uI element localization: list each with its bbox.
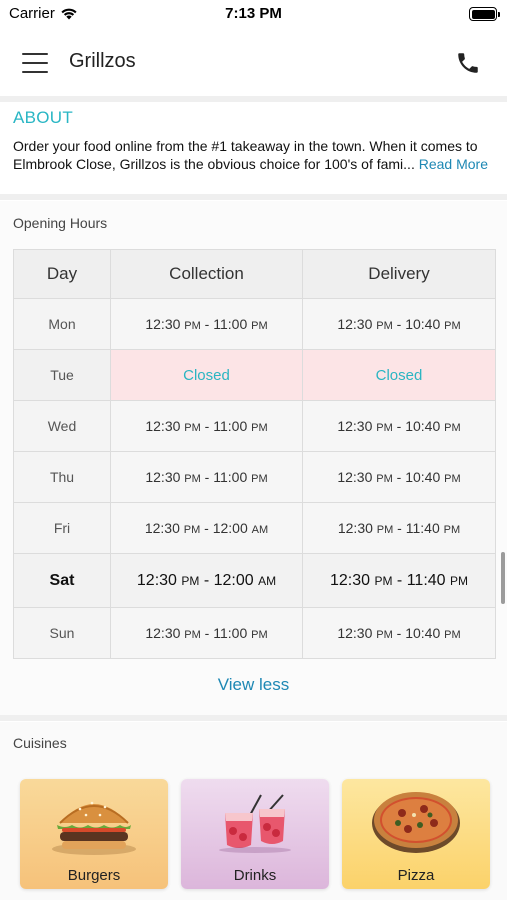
scrollbar[interactable]: [501, 552, 505, 604]
page-title: Grillzos: [69, 50, 136, 72]
day-cell: Thu: [13, 451, 111, 503]
table-row-today: Sat 12:30 PM - 12:00 AM 12:30 PM - 11:40…: [13, 553, 496, 608]
collection-hours-cell: 12:30 PM - 11:00 PM: [110, 298, 303, 350]
column-header-day: Day: [13, 249, 111, 299]
nav-bar: Grillzos: [0, 30, 507, 96]
status-bar: Carrier 7:13 PM: [0, 0, 507, 30]
battery-icon: [469, 7, 500, 21]
hamburger-menu-icon[interactable]: [22, 52, 48, 74]
day-cell: Sun: [13, 607, 111, 659]
table-row: Tue Closed Closed: [13, 349, 496, 401]
about-line-2-text: Elmbrook Close, Grillzos is the obvious …: [13, 156, 415, 172]
cuisine-label: Drinks: [233, 867, 277, 884]
status-time: 7:13 PM: [225, 5, 282, 22]
collection-hours-cell: 12:30 PM - 12:00 AM: [110, 553, 303, 608]
cuisines-heading: Cuisines: [13, 735, 67, 751]
phone-icon[interactable]: [455, 50, 481, 76]
delivery-hours-cell: 12:30 PM - 10:40 PM: [302, 298, 496, 350]
collection-hours-cell: 12:30 PM - 12:00 AM: [110, 502, 303, 554]
day-cell: Tue: [13, 349, 111, 401]
cuisines-section: Cuisines Burgers Drinks Pizza: [0, 722, 507, 900]
day-cell: Fri: [13, 502, 111, 554]
cuisine-label: Burgers: [67, 867, 121, 884]
collection-closed-cell: Closed: [110, 349, 303, 401]
cuisine-card-drinks[interactable]: Drinks: [181, 779, 329, 889]
column-header-collection: Collection: [110, 249, 303, 299]
delivery-hours-cell: 12:30 PM - 11:40 PM: [302, 502, 496, 554]
column-header-delivery: Delivery: [302, 249, 496, 299]
opening-hours-heading: Opening Hours: [13, 215, 108, 231]
collection-hours-cell: 12:30 PM - 11:00 PM: [110, 607, 303, 659]
day-cell: Wed: [13, 400, 111, 452]
cuisine-card-pizza[interactable]: Pizza: [342, 779, 490, 889]
table-row: Fri 12:30 PM - 12:00 AM 12:30 PM - 11:40…: [13, 502, 496, 554]
table-row: Sun 12:30 PM - 11:00 PM 12:30 PM - 10:40…: [13, 607, 496, 659]
opening-hours-table: Day Collection Delivery Mon 12:30 PM - 1…: [13, 249, 496, 659]
cuisine-label: Pizza: [397, 867, 435, 884]
collection-hours-cell: 12:30 PM - 11:00 PM: [110, 451, 303, 503]
divider: [0, 715, 507, 721]
about-description: Order your food online from the #1 takea…: [13, 137, 494, 173]
delivery-closed-cell: Closed: [302, 349, 496, 401]
table-row: Thu 12:30 PM - 11:00 PM 12:30 PM - 10:40…: [13, 451, 496, 503]
table-row: Mon 12:30 PM - 11:00 PM 12:30 PM - 10:40…: [13, 298, 496, 350]
about-line-2: Elmbrook Close, Grillzos is the obvious …: [13, 155, 494, 173]
cuisine-card-burgers[interactable]: Burgers: [20, 779, 168, 889]
delivery-hours-cell: 12:30 PM - 10:40 PM: [302, 400, 496, 452]
about-line-1: Order your food online from the #1 takea…: [13, 138, 478, 154]
collection-hours-cell: 12:30 PM - 11:00 PM: [110, 400, 303, 452]
opening-hours-section: Opening Hours Day Collection Delivery Mo…: [0, 201, 507, 715]
delivery-hours-cell: 12:30 PM - 11:40 PM: [302, 553, 496, 608]
day-cell: Mon: [13, 298, 111, 350]
about-section: ABOUT Order your food online from the #1…: [0, 102, 507, 194]
table-row: Wed 12:30 PM - 11:00 PM 12:30 PM - 10:40…: [13, 400, 496, 452]
view-less-link[interactable]: View less: [0, 675, 507, 695]
delivery-hours-cell: 12:30 PM - 10:40 PM: [302, 607, 496, 659]
about-heading: ABOUT: [13, 108, 74, 127]
read-more-link[interactable]: Read More: [419, 156, 488, 172]
day-cell: Sat: [13, 553, 111, 608]
delivery-hours-cell: 12:30 PM - 10:40 PM: [302, 451, 496, 503]
table-header-row: Day Collection Delivery: [13, 249, 496, 299]
divider: [0, 194, 507, 200]
